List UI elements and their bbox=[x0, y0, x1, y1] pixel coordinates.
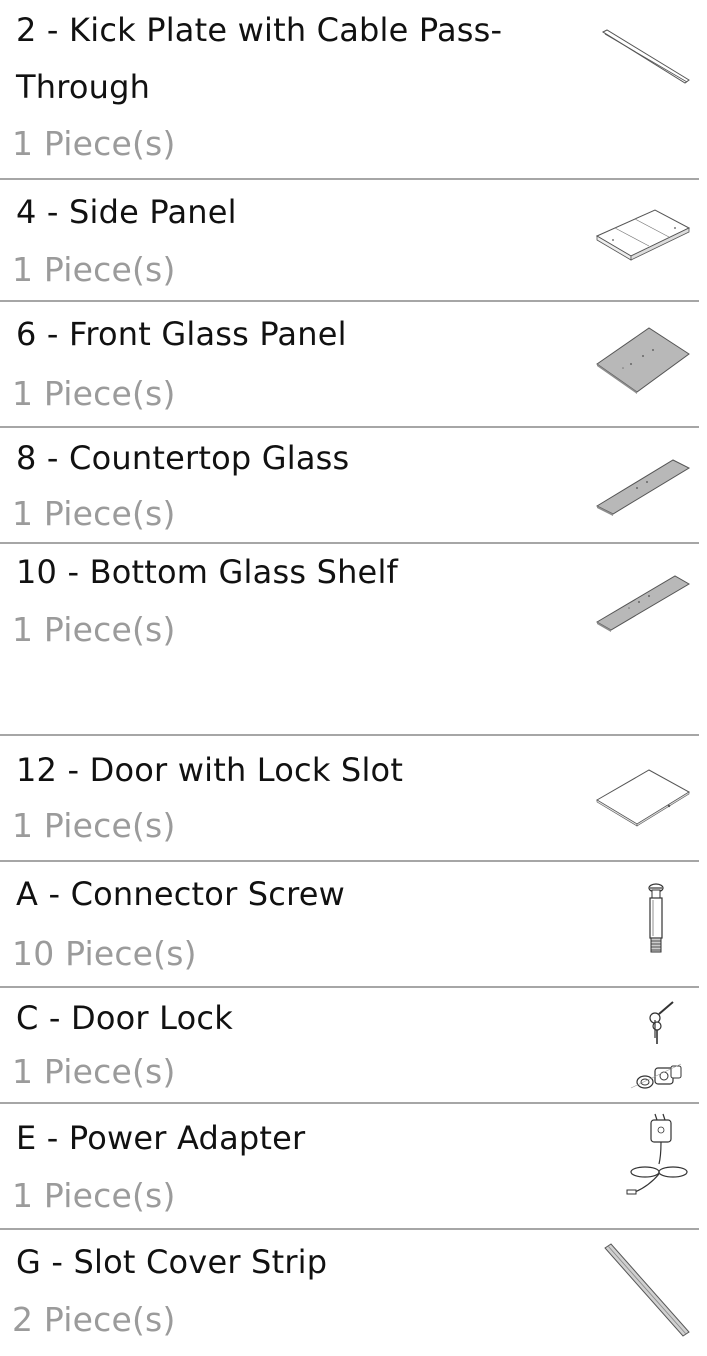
part-name: A - Connector Screw bbox=[16, 875, 346, 913]
part-item-2: 2 - Kick Plate with Cable Pass-Through 1… bbox=[0, 0, 699, 180]
front-glass-panel-icon bbox=[595, 324, 691, 400]
part-name: 2 - Kick Plate with Cable Pass-Through bbox=[16, 11, 503, 106]
part-name: C - Door Lock bbox=[16, 999, 233, 1037]
power-adapter-icon bbox=[621, 1112, 691, 1222]
countertop-glass-icon bbox=[595, 456, 691, 518]
door-icon bbox=[595, 764, 691, 834]
part-name: 8 - Countertop Glass bbox=[16, 439, 350, 477]
parts-list: 2 - Kick Plate with Cable Pass-Through 1… bbox=[0, 0, 707, 1350]
part-name: E - Power Adapter bbox=[16, 1119, 306, 1157]
part-quantity: 1 Piece(s) bbox=[12, 374, 176, 413]
part-item-e: E - Power Adapter 1 Piece(s) bbox=[0, 1104, 699, 1230]
part-quantity: 10 Piece(s) bbox=[12, 934, 197, 973]
part-name: 6 - Front Glass Panel bbox=[16, 315, 347, 353]
bottom-glass-shelf-icon bbox=[595, 574, 691, 636]
part-quantity: 1 Piece(s) bbox=[12, 806, 176, 845]
part-item-a: A - Connector Screw 10 Piece(s) bbox=[0, 862, 699, 988]
part-item-g: G - Slot Cover Strip 2 Piece(s) bbox=[0, 1230, 699, 1350]
side-panel-icon bbox=[595, 206, 691, 266]
part-item-c: C - Door Lock 1 Piece(s) bbox=[0, 988, 699, 1104]
part-name: 4 - Side Panel bbox=[16, 193, 237, 231]
part-name: 12 - Door with Lock Slot bbox=[16, 751, 404, 789]
part-quantity: 1 Piece(s) bbox=[12, 1176, 176, 1215]
part-item-6: 6 - Front Glass Panel 1 Piece(s) bbox=[0, 302, 699, 428]
part-item-10: 10 - Bottom Glass Shelf 1 Piece(s) bbox=[0, 544, 699, 736]
kick-plate-icon bbox=[601, 28, 691, 88]
part-quantity: 1 Piece(s) bbox=[12, 250, 176, 289]
part-item-4: 4 - Side Panel 1 Piece(s) bbox=[0, 180, 699, 302]
slot-cover-strip-icon bbox=[603, 1242, 691, 1338]
part-name: 10 - Bottom Glass Shelf bbox=[16, 553, 399, 591]
part-quantity: 1 Piece(s) bbox=[12, 494, 176, 533]
part-quantity: 2 Piece(s) bbox=[12, 1300, 176, 1339]
part-quantity: 1 Piece(s) bbox=[12, 1052, 176, 1091]
part-quantity: 1 Piece(s) bbox=[12, 124, 176, 163]
door-lock-icon bbox=[621, 998, 691, 1098]
connector-screw-icon bbox=[621, 876, 691, 976]
part-name: G - Slot Cover Strip bbox=[16, 1243, 328, 1281]
part-item-8: 8 - Countertop Glass 1 Piece(s) bbox=[0, 428, 699, 544]
part-quantity: 1 Piece(s) bbox=[12, 610, 176, 649]
part-item-12: 12 - Door with Lock Slot 1 Piece(s) bbox=[0, 736, 699, 862]
